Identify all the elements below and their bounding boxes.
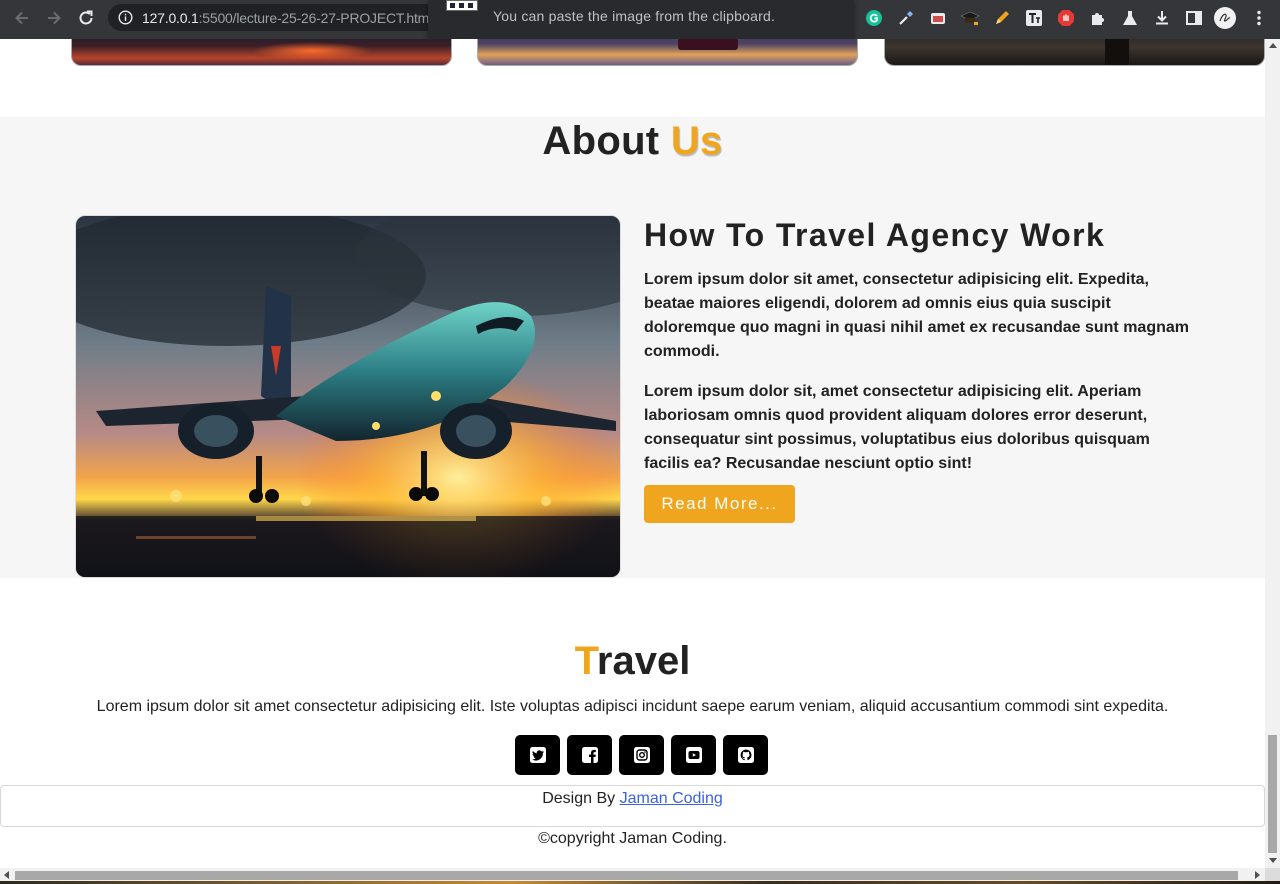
read-more-button[interactable]: Read More... <box>644 485 795 523</box>
youtube-link[interactable] <box>671 735 716 775</box>
scroll-down-arrow-icon[interactable] <box>1269 858 1277 863</box>
browser-toolbar: 127.0.0.1:5500/lecture-25-26-27-PROJECT.… <box>0 0 1280 42</box>
about-title-main: About <box>542 119 671 163</box>
about-title: About Us <box>0 119 1265 164</box>
pencil-icon[interactable] <box>992 8 1012 28</box>
reload-button[interactable] <box>73 7 99 29</box>
youtube-icon <box>685 746 703 764</box>
github-icon <box>737 746 755 764</box>
kebab-menu-icon[interactable] <box>1249 8 1269 28</box>
sidebar-icon[interactable] <box>1184 8 1204 28</box>
graduation-cap-icon[interactable] <box>960 8 980 28</box>
grammarly-icon[interactable] <box>864 8 884 28</box>
url-path: :5500/lecture-25-26-27-PROJECT.html <box>198 10 433 26</box>
clipboard-toast: You can paste the image from the clipboa… <box>428 0 854 42</box>
github-link[interactable] <box>723 735 768 775</box>
arrow-right-icon <box>45 9 63 27</box>
profile-avatar-icon[interactable] <box>1213 6 1237 30</box>
scroll-left-arrow-icon[interactable] <box>4 871 9 879</box>
destination-card-image <box>71 39 452 66</box>
url-text: 127.0.0.1:5500/lecture-25-26-27-PROJECT.… <box>142 10 432 26</box>
about-heading: How To Travel Agency Work <box>644 217 1106 253</box>
instagram-icon <box>633 746 651 764</box>
airplane-image <box>75 215 621 578</box>
facebook-icon <box>581 746 599 764</box>
back-button[interactable] <box>9 7 35 29</box>
hand-stop-icon[interactable] <box>1056 8 1076 28</box>
footer-description: Lorem ipsum dolor sit amet consectetur a… <box>96 698 1169 715</box>
arrow-left-icon <box>13 9 31 27</box>
facebook-link[interactable] <box>567 735 612 775</box>
scroll-up-arrow-icon[interactable] <box>1269 43 1277 48</box>
horizontal-scroll-thumb[interactable] <box>15 871 1238 880</box>
about-paragraph-2: Lorem ipsum dolor sit, amet consectetur … <box>644 383 1150 472</box>
forward-button[interactable] <box>41 7 67 29</box>
flask-icon[interactable] <box>1120 8 1140 28</box>
credit-prefix: Design By <box>542 790 620 807</box>
design-credit: Design By Jaman Coding <box>0 785 1265 827</box>
toast-message: You can paste the image from the clipboa… <box>493 8 776 24</box>
page-viewport: About Us How To Travel Agency Work Lorem… <box>0 39 1265 868</box>
about-content: How To Travel Agency Work Lorem ipsum do… <box>644 215 1204 523</box>
twitter-icon <box>529 746 547 764</box>
about-paragraph-1: Lorem ipsum dolor sit amet, consectetur … <box>644 271 1189 360</box>
destination-card-image <box>884 39 1265 66</box>
clipboard-thumbnail <box>446 0 478 11</box>
vertical-scrollbar[interactable] <box>1265 39 1280 868</box>
info-icon[interactable] <box>118 10 133 25</box>
copyright-text: ©copyright Jaman Coding. <box>538 830 727 847</box>
social-links <box>515 735 768 775</box>
reload-icon <box>77 9 95 27</box>
instagram-link[interactable] <box>619 735 664 775</box>
download-icon[interactable] <box>1152 8 1172 28</box>
vertical-scroll-thumb[interactable] <box>1268 735 1277 853</box>
eyedropper-icon[interactable] <box>896 8 916 28</box>
text-icon[interactable] <box>1024 8 1044 28</box>
designer-link[interactable]: Jaman Coding <box>620 790 723 807</box>
address-bar[interactable]: 127.0.0.1:5500/lecture-25-26-27-PROJECT.… <box>108 4 438 31</box>
destination-card-image <box>477 39 858 66</box>
twitter-link[interactable] <box>515 735 560 775</box>
scroll-right-arrow-icon[interactable] <box>1255 871 1260 879</box>
about-title-accent: Us <box>670 119 723 163</box>
footer-brand-rest: ravel <box>596 639 691 683</box>
footer-brand-accent: T <box>574 639 597 683</box>
puzzle-icon[interactable] <box>1088 8 1108 28</box>
url-host: 127.0.0.1 <box>142 10 199 26</box>
footer-brand: Travel <box>0 639 1265 684</box>
about-section: About Us How To Travel Agency Work Lorem… <box>0 117 1265 578</box>
screenshot-icon[interactable] <box>928 8 948 28</box>
